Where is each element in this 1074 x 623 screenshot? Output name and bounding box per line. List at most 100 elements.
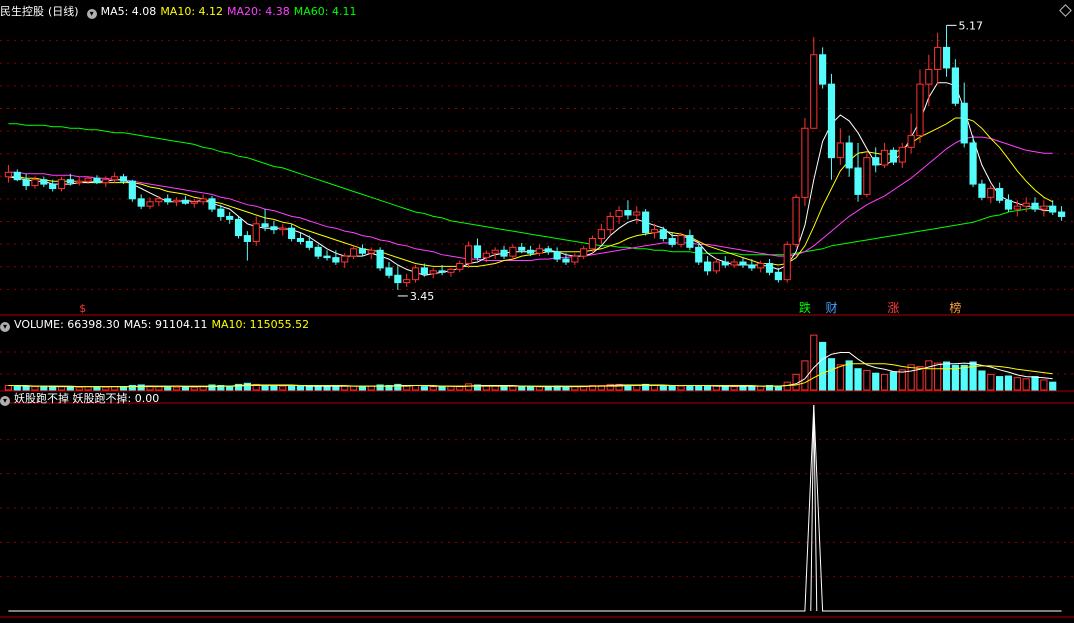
volume-legend: VOLUME: 66398.30 [14, 318, 120, 331]
volume-bar [57, 386, 66, 391]
candle-body [650, 229, 659, 234]
candle-body [234, 218, 243, 237]
candle-body [31, 179, 39, 187]
volume-bar [296, 385, 305, 391]
volume-bar [987, 373, 995, 391]
volume-bar [526, 386, 535, 391]
volume-bar [757, 385, 765, 391]
candle-body [757, 262, 765, 269]
volume-bar [748, 385, 756, 391]
candle-body [606, 215, 614, 231]
volume-bar [880, 373, 889, 391]
candle-body [633, 211, 641, 216]
candle-body [111, 176, 119, 181]
candle-body [456, 262, 464, 270]
volume-bar [978, 370, 986, 391]
volume-bar [102, 386, 110, 391]
volume-bar [367, 385, 375, 391]
candle-body [580, 248, 588, 257]
volume-bar [872, 372, 880, 391]
volume-bar [13, 385, 21, 391]
event-tag: 财 [825, 301, 837, 315]
candle-body [978, 183, 986, 198]
volume-bar [40, 386, 48, 391]
volume-bar [677, 385, 685, 391]
candle-body [190, 201, 198, 204]
volume-bar [544, 386, 552, 391]
volume-bar [730, 386, 738, 391]
volume-bar [960, 364, 968, 391]
candle-body [730, 261, 738, 266]
candle-body [1013, 205, 1021, 210]
volume-bar [411, 385, 420, 391]
volume-bar [836, 364, 844, 391]
candle-body [447, 268, 455, 273]
volume-bar [650, 385, 659, 391]
volume-bar [1040, 379, 1048, 391]
candle-body [553, 251, 561, 260]
volume-bar [535, 386, 544, 391]
candle-body [22, 179, 30, 187]
candle-body [916, 83, 924, 137]
volume-toggle-icon[interactable]: ▾ [0, 322, 10, 332]
event-tag: 跌 [799, 300, 811, 315]
volume-bar [305, 385, 313, 391]
volume-bar [75, 386, 83, 391]
volume-bar [447, 386, 455, 391]
candle-body [1057, 211, 1066, 217]
kline-chart[interactable]: 5.17 3.45 跌财 涨 榜 $ [0, 0, 1074, 619]
volume-bar [270, 385, 278, 391]
volume-bar [739, 385, 747, 391]
candle-body [128, 180, 136, 200]
candle-body [509, 246, 517, 257]
candle-body [420, 267, 428, 275]
candle-body [810, 54, 818, 129]
event-tag: 涨 [887, 300, 899, 315]
candle-body [429, 270, 437, 275]
candle-body [748, 264, 756, 269]
candle-body [252, 223, 260, 242]
candle-body [482, 252, 490, 259]
candle-body [739, 261, 747, 266]
candle-body [960, 102, 968, 144]
candle-body [155, 198, 163, 203]
volume-bar [358, 386, 367, 391]
candle-body [438, 270, 446, 273]
volume-bar [571, 386, 579, 391]
candle-body [75, 180, 83, 184]
high-price-label: 5.17 [959, 19, 984, 32]
candle-body [102, 179, 110, 184]
volume-bar [898, 369, 906, 391]
volume-bar [164, 386, 172, 391]
candle-body [4, 171, 13, 178]
indicator-toggle-icon[interactable]: ▾ [0, 396, 10, 406]
volume-bar [907, 364, 915, 391]
volume-bar [1031, 376, 1039, 391]
volume-bar [429, 386, 437, 391]
volume-bar [22, 385, 30, 391]
candle-body [199, 198, 207, 203]
volume-bar [686, 385, 694, 391]
volume-bar [1022, 378, 1030, 391]
volume-bar [181, 386, 190, 391]
candle-body [491, 249, 499, 254]
volume-panel-header: ▾ VOLUME: 66398.30 MA5: 91104.11 MA10: 1150… [0, 317, 313, 333]
volume-bar [703, 385, 712, 391]
volume-bar [111, 386, 119, 391]
candle-body [987, 188, 995, 198]
candle-body [243, 235, 251, 242]
candle-body [261, 223, 269, 228]
candle-body [49, 183, 57, 190]
ma10-legend: MA10: 4.12 [160, 5, 224, 18]
candle-body [226, 215, 234, 220]
candle-body [323, 255, 331, 259]
volume-bar [243, 382, 251, 391]
volume-bar [854, 368, 862, 391]
volume-bar [1049, 381, 1057, 391]
candle-body [863, 157, 871, 195]
main-toggle-icon[interactable]: ▾ [86, 9, 97, 19]
candle-body [668, 238, 676, 245]
volume-bar [934, 362, 942, 391]
stock-period: (日线) [48, 5, 79, 18]
volume-bar [172, 386, 181, 391]
